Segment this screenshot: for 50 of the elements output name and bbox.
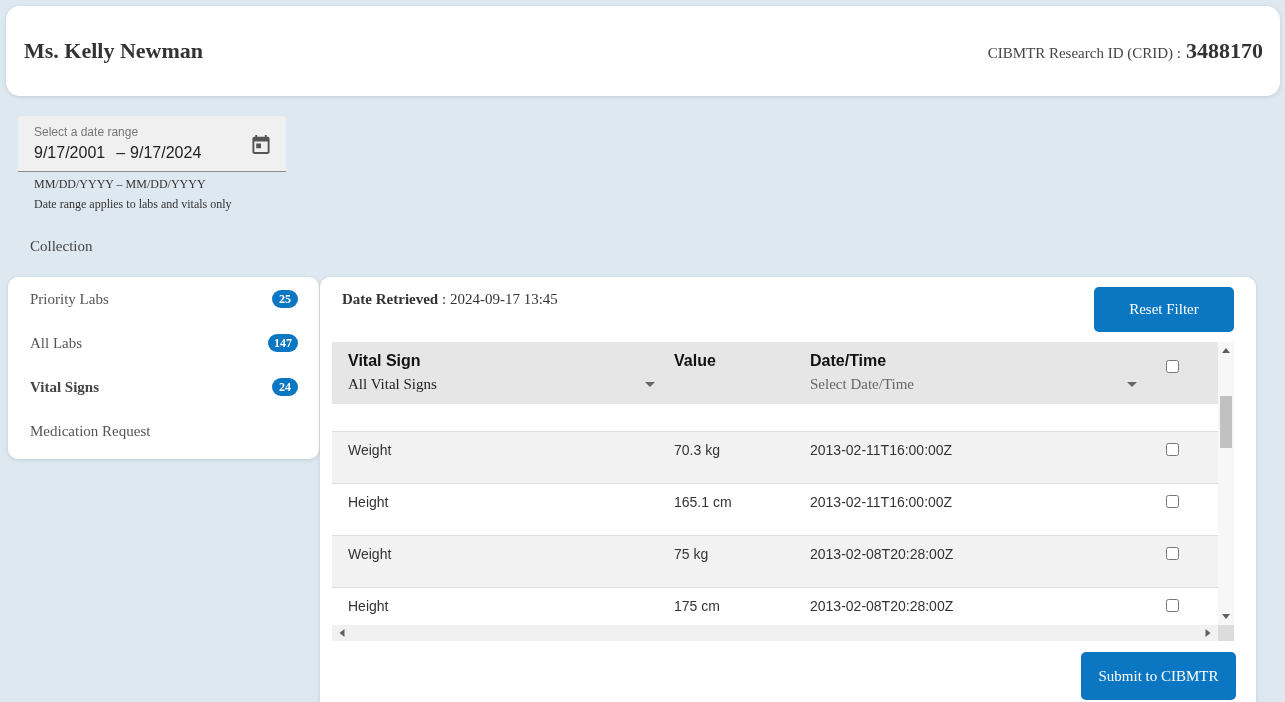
date-time-filter[interactable]: Select Date/Time: [810, 375, 1140, 393]
table-cell-text: 175 cm: [673, 597, 721, 616]
date-retrieved-text: Date Retrieved : 2024-09-17 13:45: [342, 290, 558, 308]
row-checkbox[interactable]: [1166, 443, 1179, 456]
submit-button[interactable]: Submit to CIBMTR: [1081, 652, 1236, 700]
vertical-scrollbar[interactable]: [1218, 342, 1234, 625]
crid-value: 3488170: [1186, 38, 1263, 64]
scroll-up-arrow-icon[interactable]: [1222, 346, 1230, 354]
row-checkbox[interactable]: [1166, 599, 1179, 612]
scroll-right-arrow-icon[interactable]: [1205, 629, 1212, 637]
section-heading: Collection: [30, 237, 93, 256]
count-badge: 147: [268, 334, 298, 352]
vital-sign-filter[interactable]: All Vital Signs: [348, 375, 658, 393]
crid-label: CIBMTR Research ID (CRID) :: [987, 45, 1181, 62]
caret-icon: [645, 381, 655, 387]
count-badge: 24: [272, 378, 298, 396]
row-checkbox[interactable]: [1166, 547, 1179, 560]
table-cell-text: 2013-02-08T20:28:00Z: [809, 545, 955, 564]
date-range-field[interactable]: Select a date range 9/17/2001 – 9/17/2024: [18, 116, 286, 172]
table-cell-text: 165.1 cm: [673, 493, 733, 512]
sidebar-item[interactable]: Priority Labs 25: [8, 277, 319, 321]
table-cell-text: 2013-02-08T20:28:00Z: [809, 597, 955, 616]
scrollbar-corner: [1218, 625, 1234, 641]
horizontal-scrollbar[interactable]: [332, 625, 1218, 641]
column-heading: Value: [674, 352, 716, 370]
sidebar-item[interactable]: Vital Signs 24: [8, 365, 319, 409]
table-cell-text: Height: [347, 597, 390, 616]
date-format-hint: MM/DD/YYYY – MM/DD/YYYY: [34, 176, 206, 193]
table-cell-text: 2013-02-11T16:00:00Z: [809, 493, 954, 512]
table-cell-text: Weight: [347, 545, 393, 564]
scroll-down-arrow-icon[interactable]: [1222, 613, 1230, 621]
date-range-note: Date range applies to labs and vitals only: [34, 196, 232, 213]
row-checkbox[interactable]: [1166, 495, 1179, 508]
calendar-icon[interactable]: [252, 133, 270, 154]
table-cell-text: 70.3 kg: [673, 441, 721, 460]
reset-filter-button[interactable]: Reset Filter: [1094, 287, 1234, 332]
table-cell-text: Weight: [347, 441, 393, 460]
count-badge: 25: [272, 290, 298, 308]
scroll-left-arrow-icon[interactable]: [338, 629, 345, 637]
caret-icon: [1127, 381, 1137, 387]
sidebar-item[interactable]: All Labs 147: [8, 321, 319, 365]
table-cell-text: 75 kg: [673, 545, 710, 564]
scrollbar-thumb[interactable]: [1220, 396, 1232, 448]
sidebar-item[interactable]: Medication Request: [8, 409, 319, 453]
column-heading: Date/Time: [810, 352, 887, 370]
column-heading: Vital Sign: [348, 352, 421, 370]
select-all-checkbox[interactable]: [1166, 360, 1179, 373]
table-cell-text: 2013-02-11T16:00:00Z: [809, 441, 954, 460]
table-cell-text: Height: [347, 493, 390, 512]
patient-name: Ms. Kelly Newman: [24, 38, 204, 64]
